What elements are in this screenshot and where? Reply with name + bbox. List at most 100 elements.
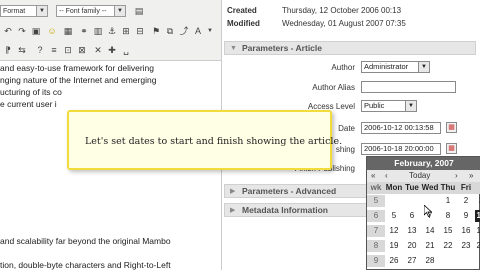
parameters-article-header[interactable]: ▼ Parameters - Article [224,41,476,55]
abbr-icon[interactable]: ⊡ [62,44,74,56]
chevron-down-icon: ▼ [114,6,125,16]
paste-icon[interactable]: ▤ [133,5,145,17]
calendar-day-header: Wed [421,183,439,192]
font-color-icon[interactable]: A [192,25,204,37]
content-line: and easy-to-use framework for delivering [0,63,155,73]
created-label: Created [227,6,257,15]
next-year-button[interactable]: » [469,170,473,182]
calendar-day[interactable]: 21 [421,240,439,252]
calendar-day[interactable]: 16 [457,225,475,237]
table-icon[interactable]: ▥ [92,25,104,37]
cleanup-icon[interactable]: ⚑ [150,25,162,37]
calendar-day[interactable]: 1 [439,195,457,207]
link-icon[interactable]: ⚭ [78,25,90,37]
calendar-day[interactable]: 6 [403,210,421,222]
anchor-icon[interactable]: ⚓ [106,25,118,37]
calendar-day[interactable]: 20 [403,240,421,252]
calendar-day-header: Mon [385,183,403,192]
calendar-day[interactable]: 26 [385,255,403,267]
calendar-day[interactable]: 5 [385,210,403,222]
calendar-week-number: 8 [367,240,385,252]
content-line: nging nature of the Internet and emergin… [0,75,157,85]
calendar-day[interactable]: 12 [385,225,403,237]
calendar-week-number: 5 [367,195,385,207]
parameters-advanced-title: Parameters - Advanced [242,186,337,196]
author-alias-label: Author Alias [312,83,355,92]
created-date-input[interactable]: 2006-10-12 00:13:58 [361,122,441,134]
parameters-article-title: Parameters - Article [242,43,323,53]
help-icon[interactable]: ? [34,44,46,56]
merge-cells-icon[interactable]: ⊞ [120,25,132,37]
next-month-button[interactable]: › [455,170,458,182]
content-line: tion, double-byte characters and Right-t… [0,260,171,270]
calendar-day[interactable]: 8 [439,210,457,222]
undo-icon[interactable]: ↶ [2,25,14,37]
calendar-today-day[interactable]: 10 [475,210,480,222]
calendar-day[interactable]: 23 [457,240,475,252]
mouse-cursor-icon [424,205,432,217]
del-icon[interactable]: ✕ [92,44,104,56]
smiley-icon[interactable]: ☺ [46,25,58,37]
prev-month-button[interactable]: ‹ [385,170,388,182]
ins-icon[interactable]: ✚ [106,44,118,56]
calendar-icon[interactable]: ▦ [446,122,457,133]
calendar-day-header: Fri [460,183,472,192]
calendar-day-headers: wk Mon Tue Wed Thu Fri [367,182,480,194]
collapsed-triangle-icon: ▶ [230,188,236,195]
access-level-select[interactable]: Public ▼ [361,100,417,112]
acronym-icon[interactable]: ⊠ [76,44,88,56]
image-icon[interactable]: ▣ [30,25,42,37]
split-cells-icon[interactable]: ⊟ [134,25,146,37]
redo-icon[interactable]: ↷ [16,25,28,37]
calendar-day[interactable]: 13 [403,225,421,237]
calendar-month-title: February, 2007 [367,157,480,170]
modified-label: Modified [227,19,260,28]
calendar-day[interactable]: 9 [457,210,475,222]
calendar-day[interactable]: 24 [475,240,480,252]
chevron-down-icon[interactable]: ▼ [204,25,216,37]
calendar-day[interactable]: 2 [457,195,475,207]
prev-year-button[interactable]: « [371,170,375,182]
calendar-day[interactable]: 22 [439,240,457,252]
text-direction-icon[interactable]: ⇆ [16,44,28,56]
calendar-day[interactable]: 17 [475,225,480,237]
calendar-day[interactable]: 15 [439,225,457,237]
expanded-triangle-icon: ▼ [230,45,237,52]
author-select-value: Administrator [364,62,409,71]
calendar-day-header: wk [367,182,385,194]
copy-icon[interactable]: ⧉ [164,25,176,37]
calendar-day[interactable]: 14 [421,225,439,237]
editor-toolbar-row-1: Format ▼ -- Font family -- ▼ ▤ [0,0,222,23]
date-picker-calendar: February, 2007 « ‹ Today › » wk Mon Tue Wed… [366,156,480,270]
chevron-down-icon: ▼ [418,62,429,72]
calendar-day[interactable]: 19 [385,240,403,252]
calendar-day[interactable]: 3 [475,195,480,207]
format-select[interactable]: Format ▼ [0,5,48,17]
calendar-day[interactable]: 28 [421,255,439,267]
editor-toolbar-row-2: ↶ ↷ ▣ ☺ ▦ ⚭ ▥ ⚓ ⊞ ⊟ ⚑ ⧉ ⤴ A ▼ [0,22,222,41]
chevron-down-icon: ▼ [36,6,47,16]
editor-toolbar-row-3: ⁋ ⇆ ? ≡ ⊡ ⊠ ✕ ✚ ␣ [0,40,222,61]
start-publishing-input[interactable]: 2006-10-18 20:00:00 [361,143,441,155]
nonbreaking-icon[interactable]: ␣ [120,44,132,56]
author-alias-input[interactable] [361,81,456,93]
attribs-icon[interactable]: ≡ [48,44,60,56]
calendar-day-header: Tue [405,183,419,192]
author-select[interactable]: Administrator ▼ [361,61,430,73]
media-icon[interactable]: ▦ [62,25,74,37]
styles-icon[interactable]: ⁋ [2,44,14,56]
font-family-select[interactable]: -- Font family -- ▼ [56,5,126,17]
content-line: ucturing of its co [0,87,62,97]
content-line: e current user i [0,99,57,109]
access-level-value: Public [364,101,385,110]
today-button[interactable]: Today [409,170,430,182]
calendar-day[interactable]: 27 [403,255,421,267]
calendar-week-number: 9 [367,255,385,267]
tooltip-text: Let's set dates to start and finish show… [85,136,343,147]
calendar-day-header: Thu [440,183,456,192]
insert-layer-icon[interactable]: ⤴ [178,25,190,37]
chevron-down-icon: ▼ [405,101,416,111]
collapsed-triangle-icon: ▶ [230,207,236,214]
calendar-icon[interactable]: ▦ [446,143,457,154]
format-select-label: Format [3,8,26,15]
